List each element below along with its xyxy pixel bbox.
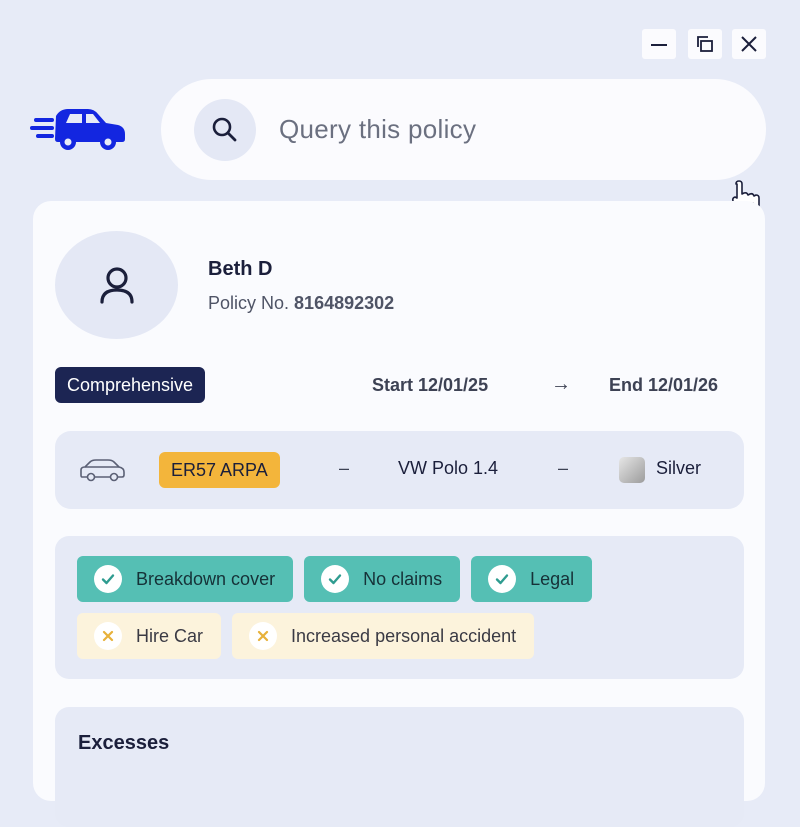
restore-icon (697, 36, 713, 52)
restore-button[interactable] (688, 29, 722, 59)
feature-label: Hire Car (136, 625, 204, 646)
policy-number: Policy No. 8164892302 (208, 293, 394, 314)
policy-holder-name: Beth D (208, 258, 273, 280)
car-outline-icon (80, 459, 125, 482)
feature-label: Increased personal accident (291, 625, 517, 646)
fast-car-icon (30, 109, 125, 150)
policy-number-label: Policy No. (208, 293, 290, 313)
cross-icon (94, 622, 122, 650)
vehicle-color: Silver (656, 458, 702, 478)
search-icon (212, 117, 237, 142)
policy-start-date: Start 12/01/25 (372, 375, 489, 395)
vehicle-model: VW Polo 1.4 (398, 458, 499, 478)
feature-chip: Hire Car (77, 613, 222, 659)
close-icon (741, 36, 757, 52)
feature-chip: Increased personal accident (232, 613, 535, 659)
feature-chips: Breakdown cover No claims Legal Hire Car Inc… (77, 556, 737, 659)
features-panel: Breakdown cover No claims Legal Hire Car Inc… (55, 536, 744, 679)
feature-label: Breakdown cover (136, 568, 276, 589)
minimize-icon (651, 44, 667, 46)
policy-end-date: End 12/01/26 (609, 375, 719, 395)
feature-chip: Breakdown cover (77, 556, 294, 602)
search-bar[interactable]: Query this policy (161, 79, 766, 180)
cover-type-badge: Comprehensive (55, 367, 206, 403)
separator: – (558, 458, 569, 478)
color-swatch (619, 457, 645, 483)
registration-plate: ER57 ARPA (159, 452, 280, 488)
search-button[interactable] (194, 99, 256, 161)
feature-chip: No claims (304, 556, 461, 602)
check-icon (321, 565, 350, 593)
policy-card: Beth D Policy No. 8164892302 Comprehensi… (33, 201, 765, 827)
excesses-panel: Excesses (55, 707, 744, 827)
cross-icon (249, 622, 278, 650)
check-icon (488, 565, 517, 593)
feature-label: Legal (530, 568, 575, 589)
user-icon (99, 267, 134, 304)
search-input[interactable]: Query this policy (279, 114, 476, 145)
check-icon (94, 565, 122, 593)
excesses-title: Excesses (78, 732, 170, 754)
date-arrow-icon: → (551, 373, 571, 395)
feature-label: No claims (363, 568, 443, 589)
separator: – (339, 458, 350, 478)
minimize-button[interactable] (642, 29, 676, 59)
policy-number-value: 8164892302 (294, 293, 395, 313)
avatar (55, 231, 178, 339)
vehicle-panel: ER57 ARPA – VW Polo 1.4 – Silver (55, 431, 744, 509)
close-button[interactable] (732, 29, 766, 59)
feature-chip: Legal (471, 556, 593, 602)
